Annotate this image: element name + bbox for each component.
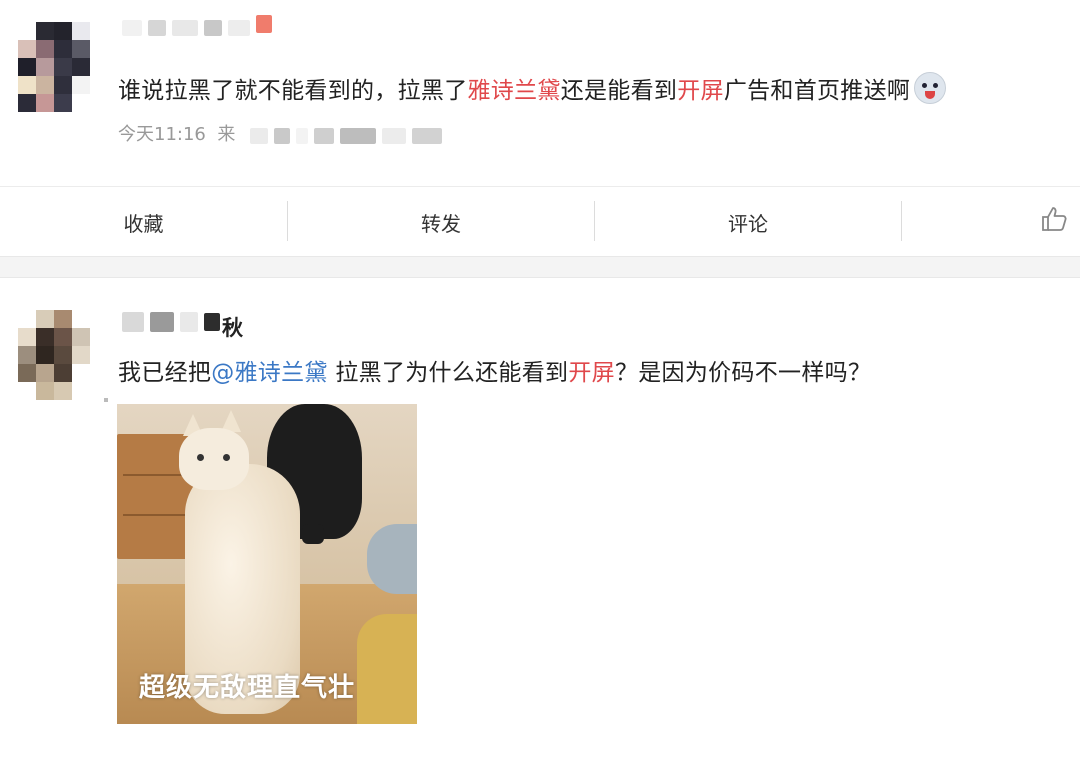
post-text-mid: 拉黑了为什么还能看到 — [327, 360, 569, 386]
avatar[interactable] — [18, 310, 90, 400]
post-text-post: ？是因为价码不一样吗？ — [614, 360, 872, 386]
post-image[interactable]: 超级无敌理直气壮 — [117, 404, 417, 724]
weibo-post: 谁说拉黑了就不能看到的，拉黑了雅诗兰黛还是能看到开屏广告和首页推送啊 今天11:… — [0, 0, 1080, 186]
post-meta: 今天11:16 来 — [118, 120, 235, 146]
image-plush-toy — [302, 524, 324, 544]
brand-keyword[interactable]: 雅诗兰黛 — [468, 78, 561, 104]
image-cat — [179, 428, 249, 490]
post-text-mid: 还是能看到 — [560, 78, 678, 104]
post-time: 今天11:16 — [118, 124, 206, 145]
source-redacted[interactable] — [250, 128, 442, 144]
splash-keyword[interactable]: 开屏 — [568, 360, 615, 386]
action-bar: 收藏 转发 评论 — [0, 186, 1080, 257]
image-stool — [367, 524, 417, 594]
image-pillow — [357, 614, 417, 724]
thumbs-up-icon[interactable] — [1040, 205, 1068, 233]
post-body: 我已经把@雅诗兰黛 拉黑了为什么还能看到开屏？是因为价码不一样吗？ — [118, 356, 871, 390]
username-redacted[interactable] — [122, 15, 272, 36]
comment-button[interactable]: 评论 — [595, 187, 901, 257]
post-text-pre: 谁说拉黑了就不能看到的，拉黑了 — [118, 78, 468, 104]
post-body: 谁说拉黑了就不能看到的，拉黑了雅诗兰黛还是能看到开屏广告和首页推送啊 — [118, 72, 947, 108]
favorite-button[interactable]: 收藏 — [0, 187, 287, 257]
post-text-pre: 我已经把 — [118, 360, 212, 386]
image-cat — [223, 454, 230, 461]
source-prefix: 来 — [217, 124, 236, 145]
username-suffix[interactable]: 秋 — [222, 312, 243, 342]
avatar[interactable] — [18, 22, 90, 112]
post-text-post: 广告和首页推送啊 — [723, 78, 911, 104]
repost-button[interactable]: 转发 — [288, 187, 594, 257]
image-caption: 超级无敌理直气壮 — [139, 673, 356, 703]
divider — [901, 201, 902, 241]
splash-keyword[interactable]: 开屏 — [677, 78, 724, 104]
husky-emoji-icon — [914, 72, 947, 104]
username-redacted[interactable] — [122, 312, 220, 332]
mention-link[interactable]: @雅诗兰黛 — [211, 360, 328, 386]
divider — [104, 398, 108, 402]
feed-separator — [0, 256, 1080, 278]
image-cat — [197, 454, 204, 461]
